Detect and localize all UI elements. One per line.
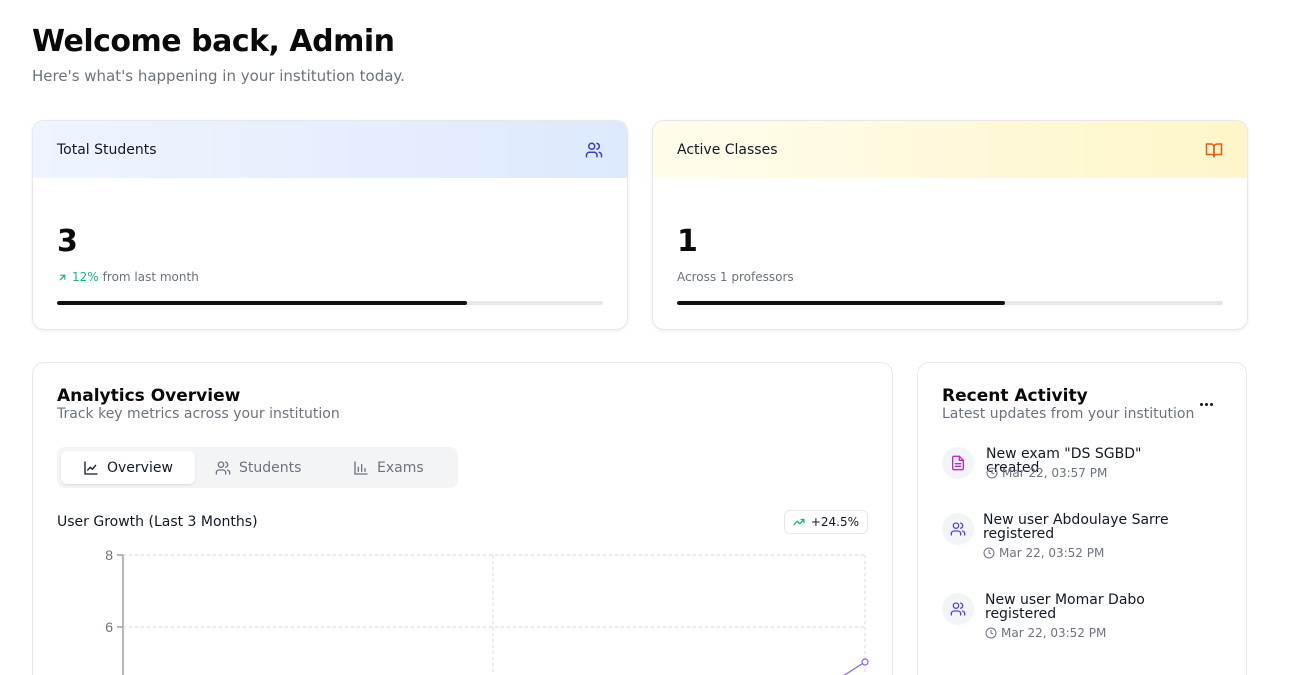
growth-series-line [843, 661, 866, 675]
total-students-card-header: Total Students [33, 121, 627, 178]
trend-percent: 12% [72, 270, 99, 284]
tab-overview-label: Overview [107, 459, 173, 476]
activity-title-text: New user Momar Dabo registered [985, 592, 1145, 622]
clock-icon [983, 547, 995, 559]
arrow-up-right-icon [57, 272, 68, 283]
user-growth-chart: 8 6 [105, 547, 869, 675]
active-classes-value: 1 [677, 224, 698, 259]
growth-badge-value: +24.5% [810, 515, 859, 529]
y-tick-label-6: 6 [105, 619, 113, 635]
classes-progress-fill [677, 301, 1005, 305]
analytics-tabs: Overview Students Exams [57, 447, 458, 488]
line-chart-icon [83, 460, 99, 476]
activity-time: Mar 22, 03:52 PM [985, 626, 1106, 640]
trend-text: from last month [102, 270, 199, 284]
users-icon [215, 460, 231, 476]
total-students-label: Total Students [57, 141, 157, 158]
file-text-icon [942, 447, 974, 479]
total-students-trend: 12% from last month [57, 270, 199, 284]
activity-time-text: Mar 22, 03:57 PM [1002, 466, 1108, 480]
total-students-card: Total Students 3 12% from last month [32, 120, 628, 330]
tab-overview[interactable]: Overview [61, 451, 195, 484]
clock-icon [985, 627, 997, 639]
page-subtitle: Here's what's happening in your institut… [32, 67, 405, 85]
total-students-value: 3 [57, 224, 78, 259]
active-classes-label: Active Classes [677, 141, 778, 158]
active-classes-subtext: Across 1 professors [677, 270, 794, 284]
activity-subtitle: Latest updates from your institution [942, 406, 1195, 422]
students-progress-fill [57, 301, 467, 305]
analytics-subtitle: Track key metrics across your institutio… [57, 406, 340, 422]
activity-time-text: Mar 22, 03:52 PM [999, 546, 1105, 560]
users-icon [942, 513, 974, 545]
activity-time: Mar 22, 03:52 PM [983, 546, 1104, 560]
users-icon [585, 141, 603, 159]
bar-chart-icon [353, 460, 369, 476]
activity-title: Recent Activity [942, 386, 1088, 406]
page-title: Welcome back, Admin [32, 24, 395, 59]
trending-up-icon [793, 516, 805, 528]
growth-badge: +24.5% [783, 510, 868, 534]
analytics-title: Analytics Overview [57, 386, 241, 406]
classes-progress-bar [677, 301, 1223, 305]
chart-title: User Growth (Last 3 Months) [57, 514, 258, 530]
recent-activity-panel: Recent Activity Latest updates from your… [917, 362, 1247, 675]
users-icon [942, 593, 974, 625]
tab-exams-label: Exams [377, 459, 424, 476]
analytics-overview-panel: Analytics Overview Track key metrics acr… [32, 362, 893, 675]
tab-students[interactable]: Students [193, 451, 323, 484]
tab-students-label: Students [239, 459, 302, 476]
activity-time-text: Mar 22, 03:52 PM [1001, 626, 1107, 640]
students-progress-bar [57, 301, 603, 305]
active-classes-card-header: Active Classes [653, 121, 1247, 178]
more-options-icon[interactable] [1196, 397, 1216, 411]
activity-title-text: New user Abdoulaye Sarre registered [983, 512, 1169, 542]
activity-time: Mar 22, 03:57 PM [986, 466, 1107, 480]
clock-icon [986, 467, 998, 479]
growth-series-point [861, 658, 869, 666]
tab-exams[interactable]: Exams [331, 451, 446, 484]
active-classes-card: Active Classes 1 Across 1 professors [652, 120, 1248, 330]
y-tick-label-8: 8 [105, 547, 113, 563]
book-icon [1205, 141, 1223, 159]
